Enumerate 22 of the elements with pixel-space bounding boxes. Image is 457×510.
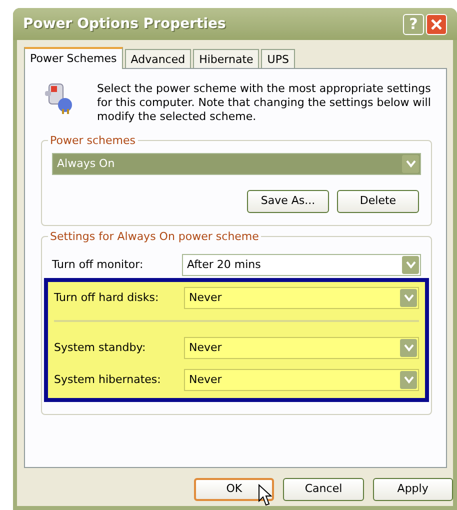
close-icon [430, 18, 443, 30]
setting-label: System standby: [54, 340, 147, 356]
scheme-button[interactable]: Delete [337, 190, 419, 213]
window-title: Power Options Properties [23, 14, 227, 34]
setting-dropdown[interactable]: Never [184, 337, 419, 359]
setting-label: Turn off hard disks: [54, 290, 160, 306]
tab[interactable]: UPS [261, 49, 295, 68]
tab[interactable]: Power Schemes [24, 47, 123, 69]
close-button[interactable] [426, 14, 447, 34]
mouse-cursor-icon [258, 484, 272, 506]
setting-label: Turn off monitor: [52, 256, 144, 273]
group-title: Settings for Always On power scheme [48, 229, 261, 246]
setting-dropdown[interactable]: After 20 mins [182, 254, 421, 276]
setting-dropdown[interactable]: Never [184, 369, 419, 391]
setting-label: System hibernates: [54, 372, 162, 388]
dialog-button[interactable]: Apply [372, 478, 453, 501]
dialog-button[interactable]: Cancel [283, 478, 364, 501]
setting-dropdown[interactable]: Never [184, 287, 419, 309]
scheme-button[interactable]: Save As... [247, 190, 329, 213]
tab[interactable]: Hibernate [193, 49, 260, 68]
description-text: Select the power scheme with the most appropriate settings for this computer. Note that changing the settings below will modify the selected scheme. [97, 81, 432, 124]
tab[interactable]: Advanced [124, 49, 192, 68]
